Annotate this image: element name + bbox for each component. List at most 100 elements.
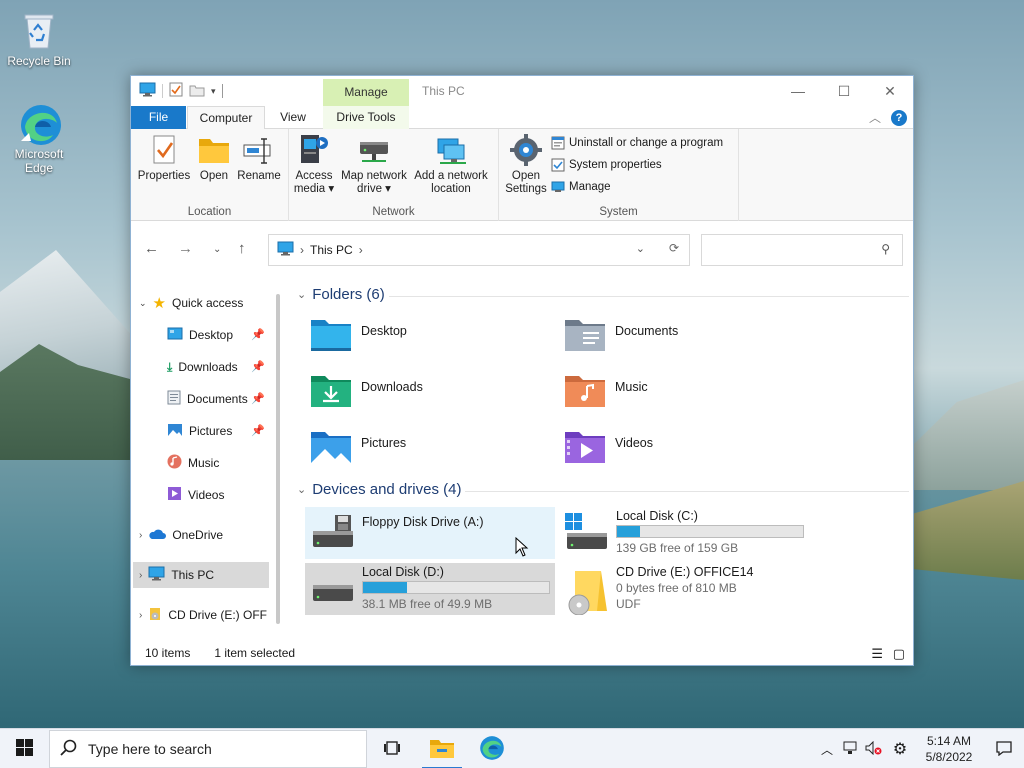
tab-computer[interactable]: Computer xyxy=(187,106,265,130)
new-folder-icon[interactable] xyxy=(189,83,205,100)
item-count: 10 items xyxy=(145,646,191,660)
drive-tile-c[interactable]: Local Disk (C:) 139 GB free of 159 GB xyxy=(559,507,809,559)
refresh-icon[interactable]: ⟳ xyxy=(669,241,679,255)
folder-tile-music[interactable]: Music xyxy=(563,372,813,422)
address-bar[interactable]: › This PC › ⌄ ⟳ xyxy=(268,234,690,266)
pin-icon: 📌 xyxy=(251,425,265,437)
large-icons-view-icon[interactable]: ▢ xyxy=(893,646,905,662)
customize-toolbar-icon[interactable]: ▾ xyxy=(211,86,216,97)
hard-drive-icon xyxy=(311,569,355,609)
folder-tile-pictures[interactable]: Pictures xyxy=(309,428,559,478)
drive-tile-e[interactable]: CD Drive (E:) OFFICE14 0 bytes free of 8… xyxy=(559,563,809,616)
folder-tile-downloads[interactable]: Downloads xyxy=(309,372,559,422)
close-button[interactable]: ✕ xyxy=(867,76,913,106)
sidebar-scrollbar[interactable] xyxy=(276,294,280,624)
collapse-chevron-icon[interactable]: ⌄ xyxy=(297,483,306,496)
volume-muted-icon[interactable] xyxy=(862,740,886,758)
file-explorer-icon xyxy=(429,737,455,762)
sidebar-item-pictures[interactable]: Pictures 📌 xyxy=(167,418,269,444)
network-icon[interactable] xyxy=(838,741,862,758)
uninstall-program-button[interactable]: Uninstall or change a program xyxy=(551,133,723,153)
sidebar-item-documents[interactable]: Documents 📌 xyxy=(167,386,269,412)
show-hidden-icons-chevron-icon[interactable]: ︿ xyxy=(816,741,838,758)
system-tray: ︿ ⚙ 5:14 AM 5/8/2022 xyxy=(816,729,1024,768)
search-input[interactable] xyxy=(708,235,868,263)
back-arrow-icon[interactable]: ← xyxy=(144,240,159,257)
taskbar-search-box[interactable]: Type here to search xyxy=(49,730,367,768)
tab-drive-tools[interactable]: Drive Tools xyxy=(323,106,409,129)
sidebar-item-desktop[interactable]: Desktop 📌 xyxy=(167,322,269,348)
forward-arrow-icon[interactable]: → xyxy=(178,240,193,257)
breadcrumb-separator-icon[interactable]: › xyxy=(300,243,304,257)
expand-chevron-icon[interactable]: › xyxy=(139,530,142,541)
sidebar-item-this-pc[interactable]: › This PC xyxy=(133,562,269,588)
task-view-button[interactable] xyxy=(370,729,414,768)
folders-section-header[interactable]: ⌄ Folders (6) xyxy=(297,286,385,303)
folder-tile-desktop[interactable]: Desktop xyxy=(309,316,559,366)
title-bar: ▾ Manage This PC ― ☐ ✕ xyxy=(131,76,913,106)
search-icon[interactable]: ⚲ xyxy=(881,242,890,256)
taskbar-file-explorer[interactable] xyxy=(420,729,464,768)
recent-locations-icon[interactable]: ⌄ xyxy=(213,244,221,255)
notifications-icon[interactable] xyxy=(984,740,1024,759)
rename-button[interactable]: Rename xyxy=(235,133,283,183)
content-pane: ⌄ Folders (6) Desktop Documents Download… xyxy=(289,276,909,641)
drive-c-usage-bar xyxy=(616,525,804,538)
devices-section-header[interactable]: ⌄ Devices and drives (4) xyxy=(297,481,461,498)
start-button[interactable] xyxy=(0,729,48,768)
cd-drive-icon xyxy=(565,569,609,616)
help-icon[interactable]: ? xyxy=(891,109,907,126)
desktop-icon-edge[interactable]: Microsoft Edge xyxy=(4,103,74,175)
desktop-icon-recycle-bin[interactable]: Recycle Bin xyxy=(4,10,74,68)
selection-count: 1 item selected xyxy=(214,646,296,660)
rename-icon xyxy=(242,133,276,167)
breadcrumb-chevron-icon[interactable]: › xyxy=(359,243,363,257)
properties-icon xyxy=(147,133,181,167)
expand-chevron-icon[interactable]: ⌄ xyxy=(139,298,147,309)
collapse-chevron-icon[interactable]: ⌄ xyxy=(297,288,306,301)
tab-file[interactable]: File xyxy=(131,106,186,129)
sidebar-item-onedrive[interactable]: › OneDrive xyxy=(139,522,277,548)
sidebar-item-music[interactable]: Music xyxy=(167,450,269,476)
settings-gear-icon[interactable]: ⚙ xyxy=(886,739,914,759)
taskbar-edge[interactable] xyxy=(470,729,514,768)
manage-button[interactable]: Manage xyxy=(551,177,611,197)
clock-time: 5:14 AM xyxy=(926,734,972,748)
ribbon-right-controls: ︿ ? xyxy=(869,109,907,126)
system-properties-button[interactable]: System properties xyxy=(551,155,662,175)
sidebar-item-cd-drive[interactable]: › CD Drive (E:) OFF xyxy=(139,602,277,628)
tab-view[interactable]: View xyxy=(269,106,317,129)
open-settings-button[interactable]: Open Settings xyxy=(503,133,549,196)
documents-icon xyxy=(167,390,181,408)
music-folder-icon xyxy=(563,372,607,410)
this-pc-icon xyxy=(148,566,165,584)
sidebar-item-quick-access[interactable]: ⌄ ★ Quick access xyxy=(139,290,277,316)
details-view-icon[interactable]: ☰ xyxy=(871,646,883,662)
map-network-drive-button[interactable]: Map network drive ▾ xyxy=(339,133,409,196)
expand-chevron-icon[interactable]: › xyxy=(139,610,142,621)
file-explorer-window: ▾ Manage This PC ― ☐ ✕ File Computer Vie… xyxy=(130,75,914,666)
folder-tile-videos[interactable]: Videos xyxy=(563,428,813,478)
properties-button[interactable]: Properties xyxy=(137,133,191,183)
status-bar: 10 items 1 item selected ☰ ▢ xyxy=(131,641,913,665)
maximize-button[interactable]: ☐ xyxy=(821,76,867,106)
desktop-wallpaper-hill xyxy=(912,380,1024,490)
expand-chevron-icon[interactable]: › xyxy=(139,570,142,581)
add-network-location-button[interactable]: Add a network location xyxy=(411,133,491,196)
up-arrow-icon[interactable]: ↑ xyxy=(238,240,246,257)
clock[interactable]: 5:14 AM 5/8/2022 xyxy=(914,733,984,765)
address-history-dropdown-icon[interactable]: ⌄ xyxy=(636,242,645,255)
access-media-button[interactable]: Access media ▾ xyxy=(293,133,335,196)
drive-tile-d[interactable]: Local Disk (D:) 38.1 MB free of 49.9 MB xyxy=(305,563,555,615)
folder-tile-documents[interactable]: Documents xyxy=(563,316,813,366)
minimize-button[interactable]: ― xyxy=(775,76,821,106)
sidebar-item-videos[interactable]: Videos xyxy=(167,482,269,508)
properties-icon[interactable] xyxy=(169,82,183,100)
search-box[interactable]: ⚲ xyxy=(701,234,903,266)
collapse-ribbon-icon[interactable]: ︿ xyxy=(869,109,881,126)
breadcrumb-this-pc[interactable]: This PC xyxy=(310,243,353,257)
sidebar-item-downloads[interactable]: ⤓ Downloads 📌 xyxy=(167,354,269,380)
quick-access-toolbar: ▾ xyxy=(139,82,223,100)
open-button[interactable]: Open xyxy=(195,133,233,183)
group-label-network: Network xyxy=(372,206,415,218)
